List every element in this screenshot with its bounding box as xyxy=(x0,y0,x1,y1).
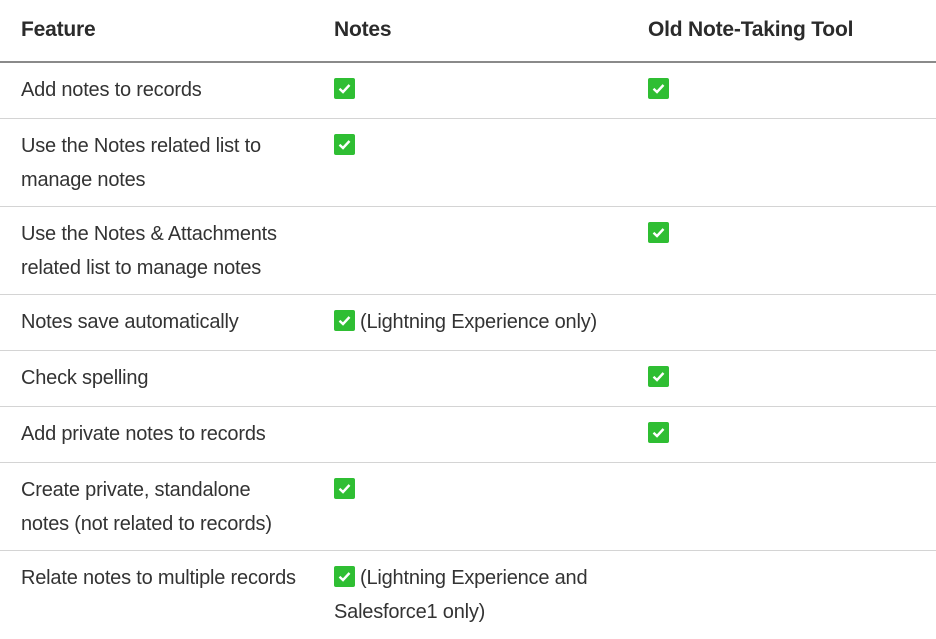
feature-cell: Relate notes to multiple records xyxy=(21,561,321,595)
feature-cell: Create private, standalone notes (not re… xyxy=(21,473,321,541)
old-tool-cell xyxy=(648,73,928,107)
notes-qualifier: (Lightning Experience and xyxy=(360,567,588,589)
feature-cell: Notes save automatically xyxy=(21,305,321,339)
table-row: Use the Notes & Attachments related list… xyxy=(0,207,936,295)
notes-qualifier: (Lightning Experience only) xyxy=(360,311,597,333)
table-row: Use the Notes related list to manage not… xyxy=(0,119,936,207)
checkmark-icon xyxy=(334,478,355,499)
header-old-tool: Old Note-Taking Tool xyxy=(648,18,854,41)
feature-cell: Use the Notes & Attachments related list… xyxy=(21,217,321,285)
feature-line: Relate notes to multiple records xyxy=(21,567,296,589)
old-tool-cell xyxy=(648,217,928,251)
feature-cell: Check spelling xyxy=(21,361,321,395)
notes-cell xyxy=(334,473,634,507)
table-row: Relate notes to multiple records (Lightn… xyxy=(0,551,936,639)
checkmark-icon xyxy=(648,222,669,243)
feature-cell: Add private notes to records xyxy=(21,417,321,451)
feature-line: related list to manage notes xyxy=(21,257,262,279)
old-tool-cell xyxy=(648,417,928,451)
notes-cell xyxy=(334,73,634,107)
feature-line: Add private notes to records xyxy=(21,423,266,445)
table-row: Add notes to records xyxy=(0,63,936,119)
checkmark-icon xyxy=(334,78,355,99)
feature-line: Check spelling xyxy=(21,367,149,389)
table-row: Notes save automatically (Lightning Expe… xyxy=(0,295,936,351)
checkmark-icon xyxy=(334,310,355,331)
checkmark-icon xyxy=(334,134,355,155)
table-row: Add private notes to records xyxy=(0,407,936,463)
feature-line: Create private, standalone xyxy=(21,479,251,501)
checkmark-icon xyxy=(648,366,669,387)
old-tool-cell xyxy=(648,361,928,395)
checkmark-icon xyxy=(648,78,669,99)
feature-comparison-table: Feature Notes Old Note-Taking Tool Add n… xyxy=(0,0,936,639)
header-feature: Feature xyxy=(21,18,96,41)
feature-line: notes (not related to records) xyxy=(21,513,272,535)
feature-cell: Add notes to records xyxy=(21,73,321,107)
feature-line: Use the Notes related list to xyxy=(21,135,261,157)
notes-cell xyxy=(334,129,634,163)
feature-line: Use the Notes & Attachments xyxy=(21,223,277,245)
notes-cell: (Lightning Experience and Salesforce1 on… xyxy=(334,561,634,629)
feature-line: Notes save automatically xyxy=(21,311,239,333)
feature-line: manage notes xyxy=(21,169,146,191)
checkmark-icon xyxy=(648,422,669,443)
table-header-row: Feature Notes Old Note-Taking Tool xyxy=(0,0,936,63)
table-row: Check spelling xyxy=(0,351,936,407)
table-row: Create private, standalone notes (not re… xyxy=(0,463,936,551)
notes-qualifier-continued: Salesforce1 only) xyxy=(334,601,486,623)
feature-line: Add notes to records xyxy=(21,79,202,101)
header-notes: Notes xyxy=(334,18,392,41)
notes-cell: (Lightning Experience only) xyxy=(334,305,634,339)
checkmark-icon xyxy=(334,566,355,587)
feature-cell: Use the Notes related list to manage not… xyxy=(21,129,321,197)
